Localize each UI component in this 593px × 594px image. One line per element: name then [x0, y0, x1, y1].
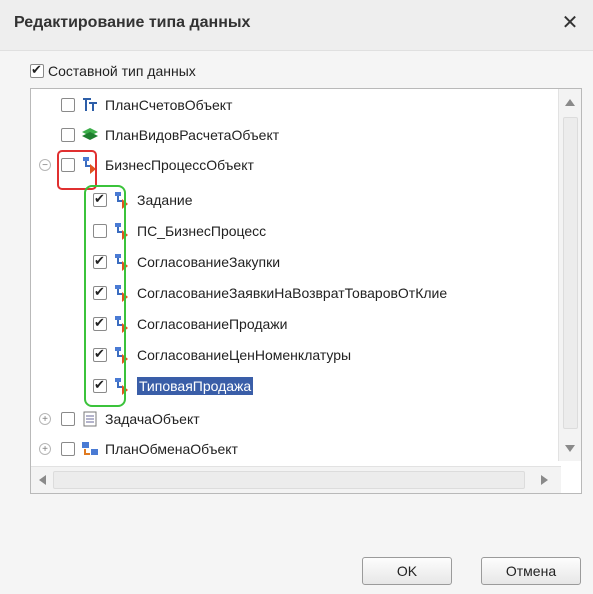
red-highlight-frame [57, 150, 97, 190]
tree-item-checkbox[interactable] [61, 412, 75, 426]
cancel-button[interactable]: Отмена [481, 557, 581, 585]
scroll-up-icon[interactable] [565, 99, 575, 106]
tree-item-label: ПС_БизнесПроцесс [137, 223, 267, 239]
tree-item-checkbox[interactable] [61, 128, 75, 142]
checkbox[interactable] [30, 62, 44, 78]
tree-item-label: Задание [137, 192, 193, 208]
dialog-title: Редактирование типа данных [14, 14, 251, 31]
tree-item[interactable]: СогласованиеЗаявкиНаВозвратТоваровОтКлие [93, 279, 447, 307]
tree-item-label: ТиповаяПродажа [137, 377, 254, 395]
tree-item-label: СогласованиеПродажи [137, 316, 288, 332]
tree-item[interactable]: + ПланОбменаОбъект [39, 435, 238, 463]
tree-item[interactable]: СогласованиеЦенНоменклатуры [93, 341, 351, 369]
tree-item-checkbox[interactable] [61, 442, 75, 456]
tree-item-label: БизнесПроцессОбъект [105, 157, 254, 173]
vertical-scrollbar[interactable] [558, 89, 581, 461]
collapse-icon[interactable]: − [39, 159, 51, 171]
tree-item-label: СогласованиеЗакупки [137, 254, 281, 270]
tree-item-label: СогласованиеЦенНоменклатуры [137, 347, 352, 363]
tree-item-label: ПланОбменаОбъект [105, 441, 238, 457]
composite-type-label: Составной тип данных [48, 63, 196, 79]
ok-button[interactable]: OK [362, 557, 452, 585]
tree-item-label: ПланСчетовОбъект [105, 97, 233, 113]
scroll-right-icon[interactable] [541, 475, 548, 485]
tree-item-label: ЗадачаОбъект [105, 411, 200, 427]
chart-of-accounts-icon [81, 96, 99, 114]
calculation-types-icon [81, 126, 99, 144]
tree-item[interactable]: ПланСчетовОбъект [61, 91, 232, 119]
horizontal-scrollbar[interactable] [31, 466, 561, 493]
close-icon[interactable]: ✕ [559, 12, 581, 34]
tree-item[interactable]: ПланВидовРасчетаОбъект [61, 121, 279, 149]
exchange-plan-icon [81, 440, 99, 458]
green-highlight-frame [84, 185, 126, 407]
tree-item-checkbox[interactable] [61, 98, 75, 112]
hscroll-thumb[interactable] [53, 471, 525, 489]
scroll-thumb[interactable] [563, 117, 578, 429]
tree-item-label: СогласованиеЗаявкиНаВозвратТоваровОтКлие [137, 285, 448, 301]
tree-item-label: ПланВидовРасчетаОбъект [105, 127, 280, 143]
task-icon [81, 410, 99, 428]
scroll-left-icon[interactable] [39, 475, 46, 485]
expand-icon[interactable]: + [39, 413, 51, 425]
composite-type-checkbox[interactable]: Составной тип данных [30, 61, 196, 81]
title-bar: Редактирование типа данных ✕ [0, 0, 593, 51]
scroll-down-icon[interactable] [565, 445, 575, 452]
tree-item[interactable]: + ЗадачаОбъект [39, 405, 200, 433]
expand-icon[interactable]: + [39, 443, 51, 455]
data-type-editor-dialog: Редактирование типа данных ✕ Составной т… [0, 0, 593, 594]
